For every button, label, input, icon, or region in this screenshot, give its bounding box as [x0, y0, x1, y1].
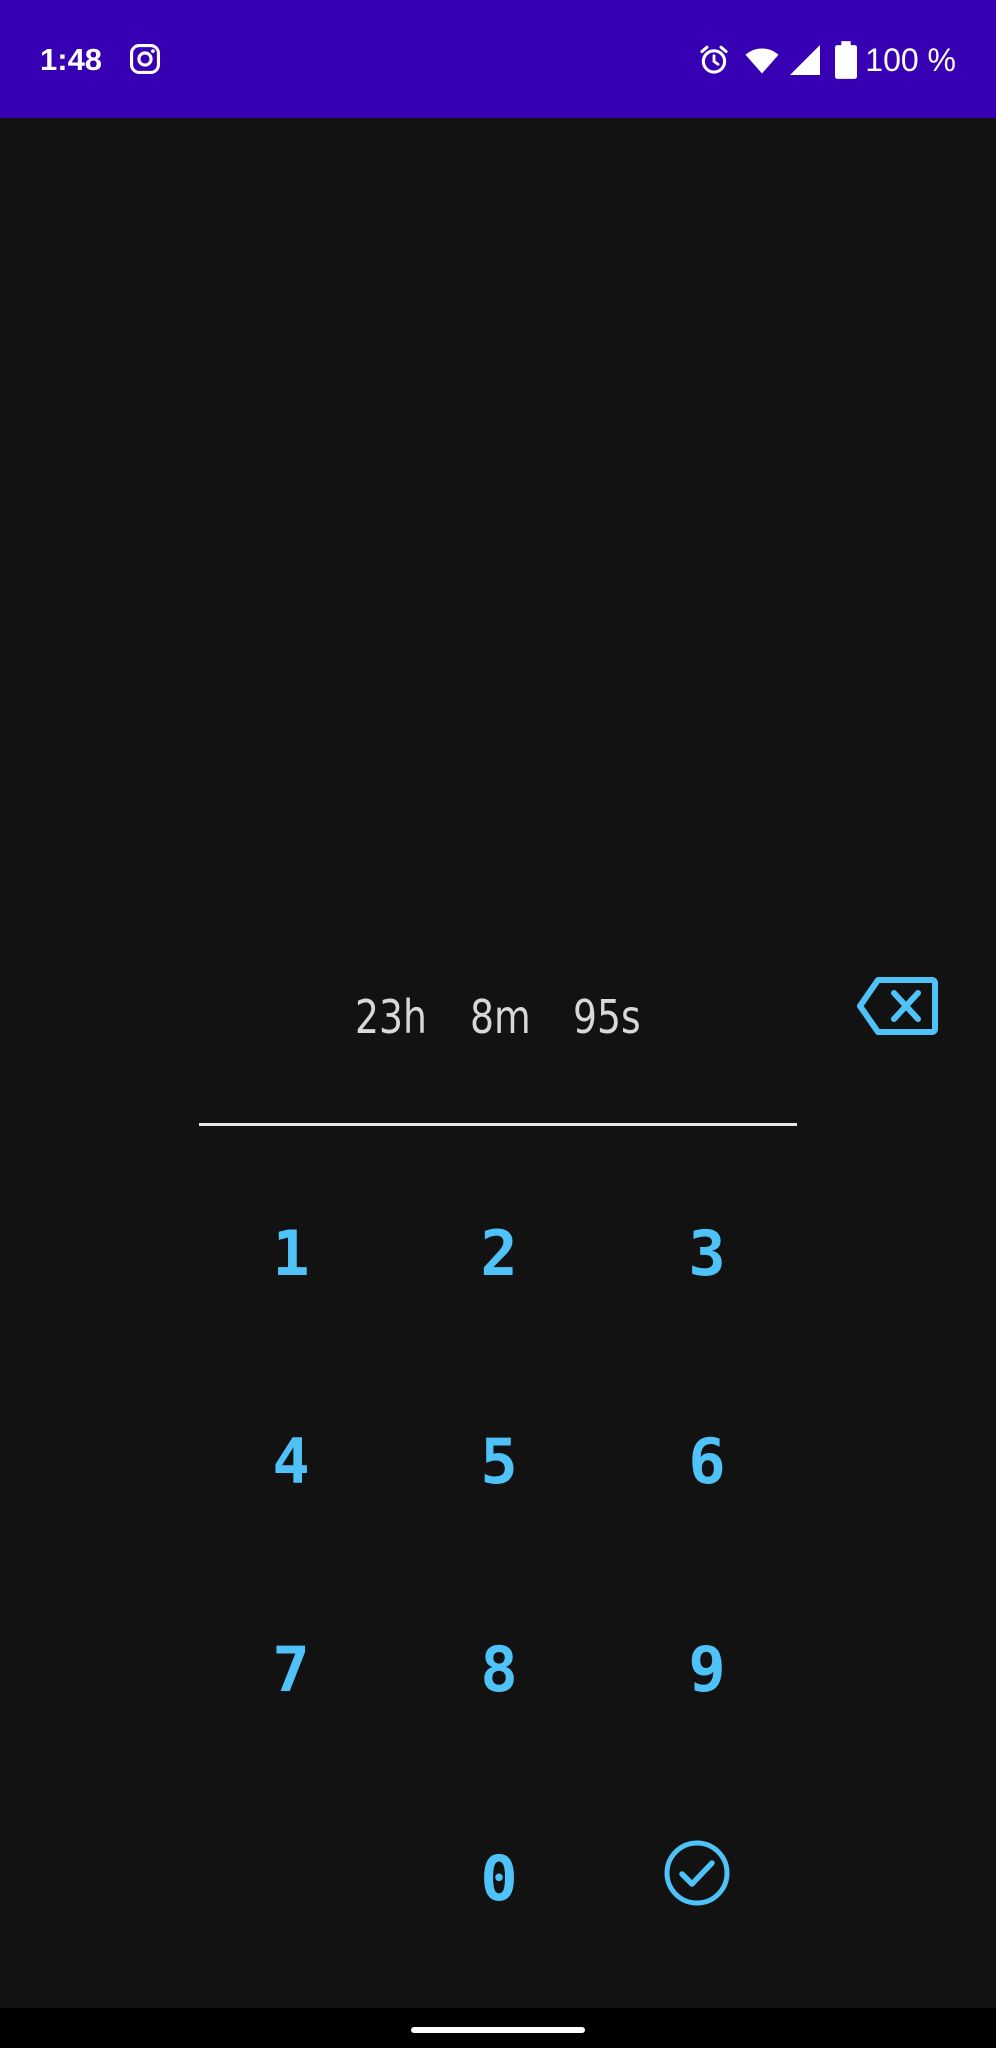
key-0[interactable]: 0 [419, 1813, 579, 1943]
backspace-icon[interactable] [856, 976, 938, 1036]
status-time: 1:48 [40, 42, 103, 77]
check-circle-icon [664, 1840, 730, 1906]
signal-icon [790, 45, 821, 75]
key-8[interactable]: 8 [419, 1604, 579, 1734]
battery-icon [835, 41, 858, 79]
seconds-value: 95s [573, 990, 641, 1044]
battery-percent: 100 % [865, 42, 956, 78]
hours-value: 23h [355, 990, 427, 1044]
key-1[interactable]: 1 [211, 1188, 371, 1318]
key-5[interactable]: 5 [419, 1396, 579, 1526]
status-icons: 100 % [697, 38, 956, 82]
wifi-icon [745, 48, 779, 74]
key-6[interactable]: 6 [627, 1396, 787, 1526]
status-bar: 1:48 100 % [0, 0, 996, 118]
alarm-icon [700, 45, 728, 74]
key-4[interactable]: 4 [211, 1396, 371, 1526]
key-3[interactable]: 3 [627, 1188, 787, 1318]
key-7[interactable]: 7 [211, 1604, 371, 1734]
duration-display: 23h 8m 95s [0, 981, 996, 1053]
instagram-icon [129, 43, 161, 75]
minutes-value: 8m [470, 990, 531, 1044]
key-2[interactable]: 2 [419, 1188, 579, 1318]
key-9[interactable]: 9 [627, 1604, 787, 1734]
home-handle[interactable] [411, 2027, 585, 2033]
input-divider [199, 1123, 797, 1126]
confirm-button[interactable] [617, 1808, 777, 1938]
